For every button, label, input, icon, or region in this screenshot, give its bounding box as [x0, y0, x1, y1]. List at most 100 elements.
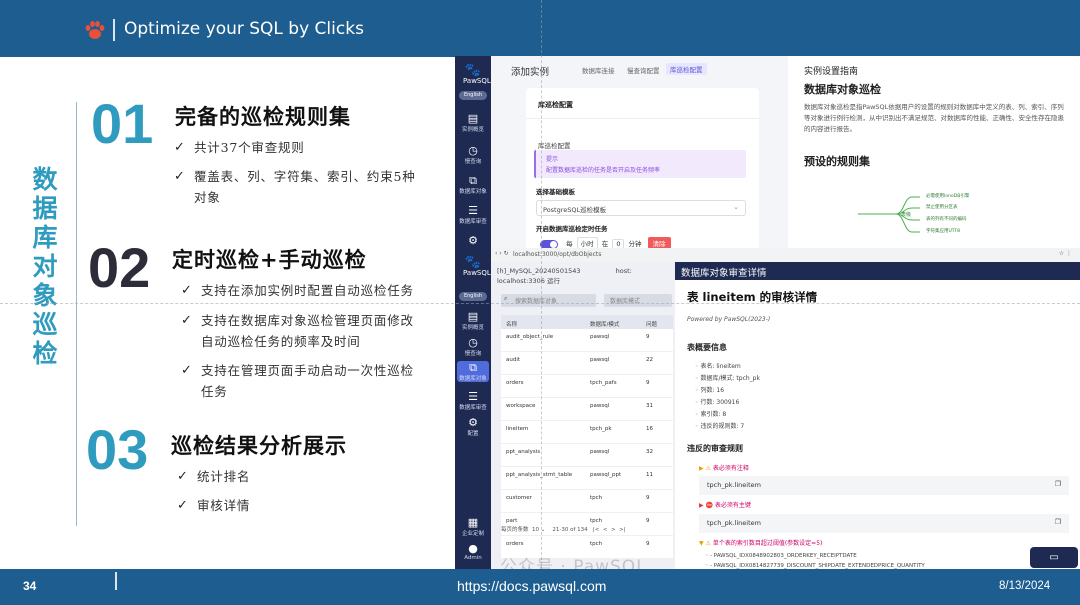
sidebar-item-db-objects[interactable]: ⧉ 数据库对象	[457, 361, 489, 382]
sidebar-item-overview[interactable]: ▤ 实例概览	[455, 112, 491, 133]
bullet-text: 支持在管理页面手动启动一次性巡检	[201, 363, 414, 378]
address-bar[interactable]: localhost:3000/opt/dbObjects	[513, 251, 601, 258]
copy-icon[interactable]: ❐	[1055, 480, 1061, 488]
violation-item[interactable]: ▶ ⚠ 表必须有注释	[699, 463, 749, 472]
table-row[interactable]: ppt_analysis_stmt_table pawsql_ppt 11	[501, 467, 673, 490]
tip-box: 提示 配置数据库巡检的任务是否开启及任务频率	[534, 150, 746, 178]
column-header: 名称	[506, 322, 518, 328]
template-select[interactable]: PostgreSQL巡检模板 ⌄	[536, 200, 746, 216]
overview-item: 表名: lineitem	[695, 361, 740, 370]
bullet-item: ✓ 支持在管理页面手动启动一次性巡检	[181, 360, 414, 381]
sidebar-item-enterprise[interactable]: ▦ 企业定制	[455, 516, 491, 537]
section-title: 巡检结果分析展示	[171, 434, 347, 458]
gear-icon: ⚙	[468, 234, 478, 247]
tab-db-connection[interactable]: 数据库连接	[582, 65, 615, 75]
tab-slow-query-config[interactable]: 慢查询配置	[627, 65, 660, 75]
check-icon: ✓	[181, 363, 193, 378]
section-divider-line	[76, 102, 77, 526]
divider	[526, 118, 759, 119]
schedule-toggle[interactable]	[540, 239, 558, 248]
next-page-button[interactable]: >	[611, 527, 616, 533]
vtitle-char: 数	[32, 165, 58, 194]
table-row[interactable]: customer tpch 9	[501, 490, 673, 513]
paw-icon: 🐾	[464, 63, 482, 78]
chat-icon[interactable]: ▭	[1030, 547, 1078, 568]
table-row[interactable]: orders tpch_pafs 9	[501, 375, 673, 398]
table-row[interactable]: ppt_analysis pawsql 32	[501, 444, 673, 467]
language-toggle[interactable]: English	[459, 91, 487, 100]
header-title: Optimize your SQL by Clicks	[124, 19, 364, 39]
sidebar-item-admin[interactable]: ● Admin	[455, 542, 491, 561]
cell-issues: 11	[646, 472, 653, 478]
cell-name: orders	[506, 380, 524, 386]
tree-leaf: 表的列有不同的编码	[926, 217, 967, 222]
violation-label: 表必须有主键	[714, 502, 751, 509]
cell-schema: pawsql_ppt	[590, 472, 622, 478]
search-icon: ⌕	[504, 295, 508, 302]
cell-schema: pawsql	[590, 449, 610, 455]
logo-text: PawSQL	[463, 269, 491, 277]
sliders-icon: ☰	[468, 390, 478, 403]
table-row[interactable]: workspace pawsql 31	[501, 398, 673, 421]
sidebar-item-config[interactable]: ⚙ 配置	[455, 416, 491, 437]
sidebar-item-label: 企业定制	[461, 531, 484, 537]
page-title: 添加实例	[511, 67, 550, 78]
sidebar-logo: 🐾 PawSQL	[463, 63, 491, 85]
page-size-select[interactable]: 10	[532, 527, 539, 533]
header-divider	[113, 19, 115, 41]
sidebar-item-slow-query[interactable]: ◷ 慢查询	[455, 336, 491, 357]
sidebar-item-settings[interactable]: ⚙	[455, 234, 491, 247]
language-toggle[interactable]: English	[459, 292, 487, 301]
last-page-button[interactable]: >|	[619, 527, 625, 533]
violation-item[interactable]: ▶ ⛔ 表必须有主键	[699, 500, 751, 509]
violation-item[interactable]: ▼ ⚠ 单个表的索引数目超过阈值(参数设定=5)	[699, 538, 822, 547]
top-bar: Optimize your SQL by Clicks	[0, 0, 1080, 57]
overview-item: 列数: 16	[695, 385, 724, 394]
pagination: 每页的条数 10 ⌄ 21-30 of 134 |< < > >|	[501, 527, 626, 533]
table-row[interactable]: audit pawsql 22	[501, 352, 673, 375]
sidebar-item-label: 慢查询	[464, 351, 482, 357]
vtitle-char: 象	[32, 281, 58, 310]
sidebar-item-db-audit[interactable]: ☰ 数据库审查	[455, 204, 491, 225]
schema-filter[interactable]: 数据库模式	[604, 294, 672, 307]
sidebar-item-label: 实例概览	[461, 127, 484, 133]
table-row[interactable]: audit_object_rule pawsql 9	[501, 329, 673, 352]
prev-page-button[interactable]: <	[603, 527, 608, 533]
sidebar-item-label: 实例概览	[461, 325, 484, 331]
clear-button[interactable]: 清除	[647, 237, 671, 248]
nav-arrows-icon[interactable]: ‹ › ↻	[495, 250, 509, 257]
every-label: 每	[566, 240, 573, 248]
tree-root: 表级	[901, 212, 912, 218]
bullet-item: ✓ 支持在添加实例时配置自动巡检任务	[181, 280, 414, 301]
cell-schema: tpch_pk	[590, 426, 612, 432]
search-input[interactable]: ⌕ 搜索数据库对象	[501, 294, 596, 307]
bullet-text: 支持在添加实例时配置自动巡检任务	[201, 283, 414, 298]
bullet-text: 覆盖表、列、字符集、索引、约束5种	[194, 169, 416, 184]
footer-url[interactable]: https://docs.pawsql.com	[457, 578, 606, 594]
code-box: tpch_pk.lineitem ❐	[699, 476, 1069, 495]
bullet-text: 共计37个审查规则	[194, 140, 305, 155]
app-sidebar: 🐾 PawSQL English ▤ 实例概览 ◷ 慢查询 ⧉ 数据库对象 ☰ 数据库审查…	[455, 248, 491, 569]
cell-issues: 9	[646, 541, 650, 547]
minute-input[interactable]: 0	[612, 239, 625, 248]
section-number: 02	[88, 236, 151, 299]
tab-inspection-config[interactable]: 库巡检配置	[666, 63, 707, 75]
database-icon: ▤	[467, 112, 479, 125]
cell-name: audit_object_rule	[506, 334, 554, 340]
bullet-text: 支持在数据库对象巡检管理页面修改	[201, 313, 414, 328]
cell-issues: 9	[646, 518, 650, 524]
sidebar-item-overview[interactable]: ▤ 实例概览	[455, 310, 491, 331]
first-page-button[interactable]: |<	[593, 527, 599, 533]
browser-actions-icon[interactable]: ☆ ⋮	[1059, 250, 1072, 257]
sidebar-item-db-objects[interactable]: ⧉ 数据库对象	[455, 174, 491, 195]
copy-icon[interactable]: ❐	[1055, 518, 1061, 526]
sidebar-item-slow-query[interactable]: ◷ 慢查询	[455, 144, 491, 165]
instance-tab[interactable]: [h]_MySQL_20240501543 host: localhost:33…	[497, 267, 675, 285]
table-row[interactable]: lineitem tpch_pk 16	[501, 421, 673, 444]
check-icon: ✓	[174, 140, 186, 155]
sidebar-item-db-audit[interactable]: ☰ 数据库审查	[455, 390, 491, 411]
check-icon: ✓	[174, 169, 186, 184]
unit-select[interactable]: 小时	[576, 237, 598, 248]
cell-name: ppt_analysis	[506, 449, 541, 455]
bullet-text: 审核详情	[197, 498, 251, 513]
